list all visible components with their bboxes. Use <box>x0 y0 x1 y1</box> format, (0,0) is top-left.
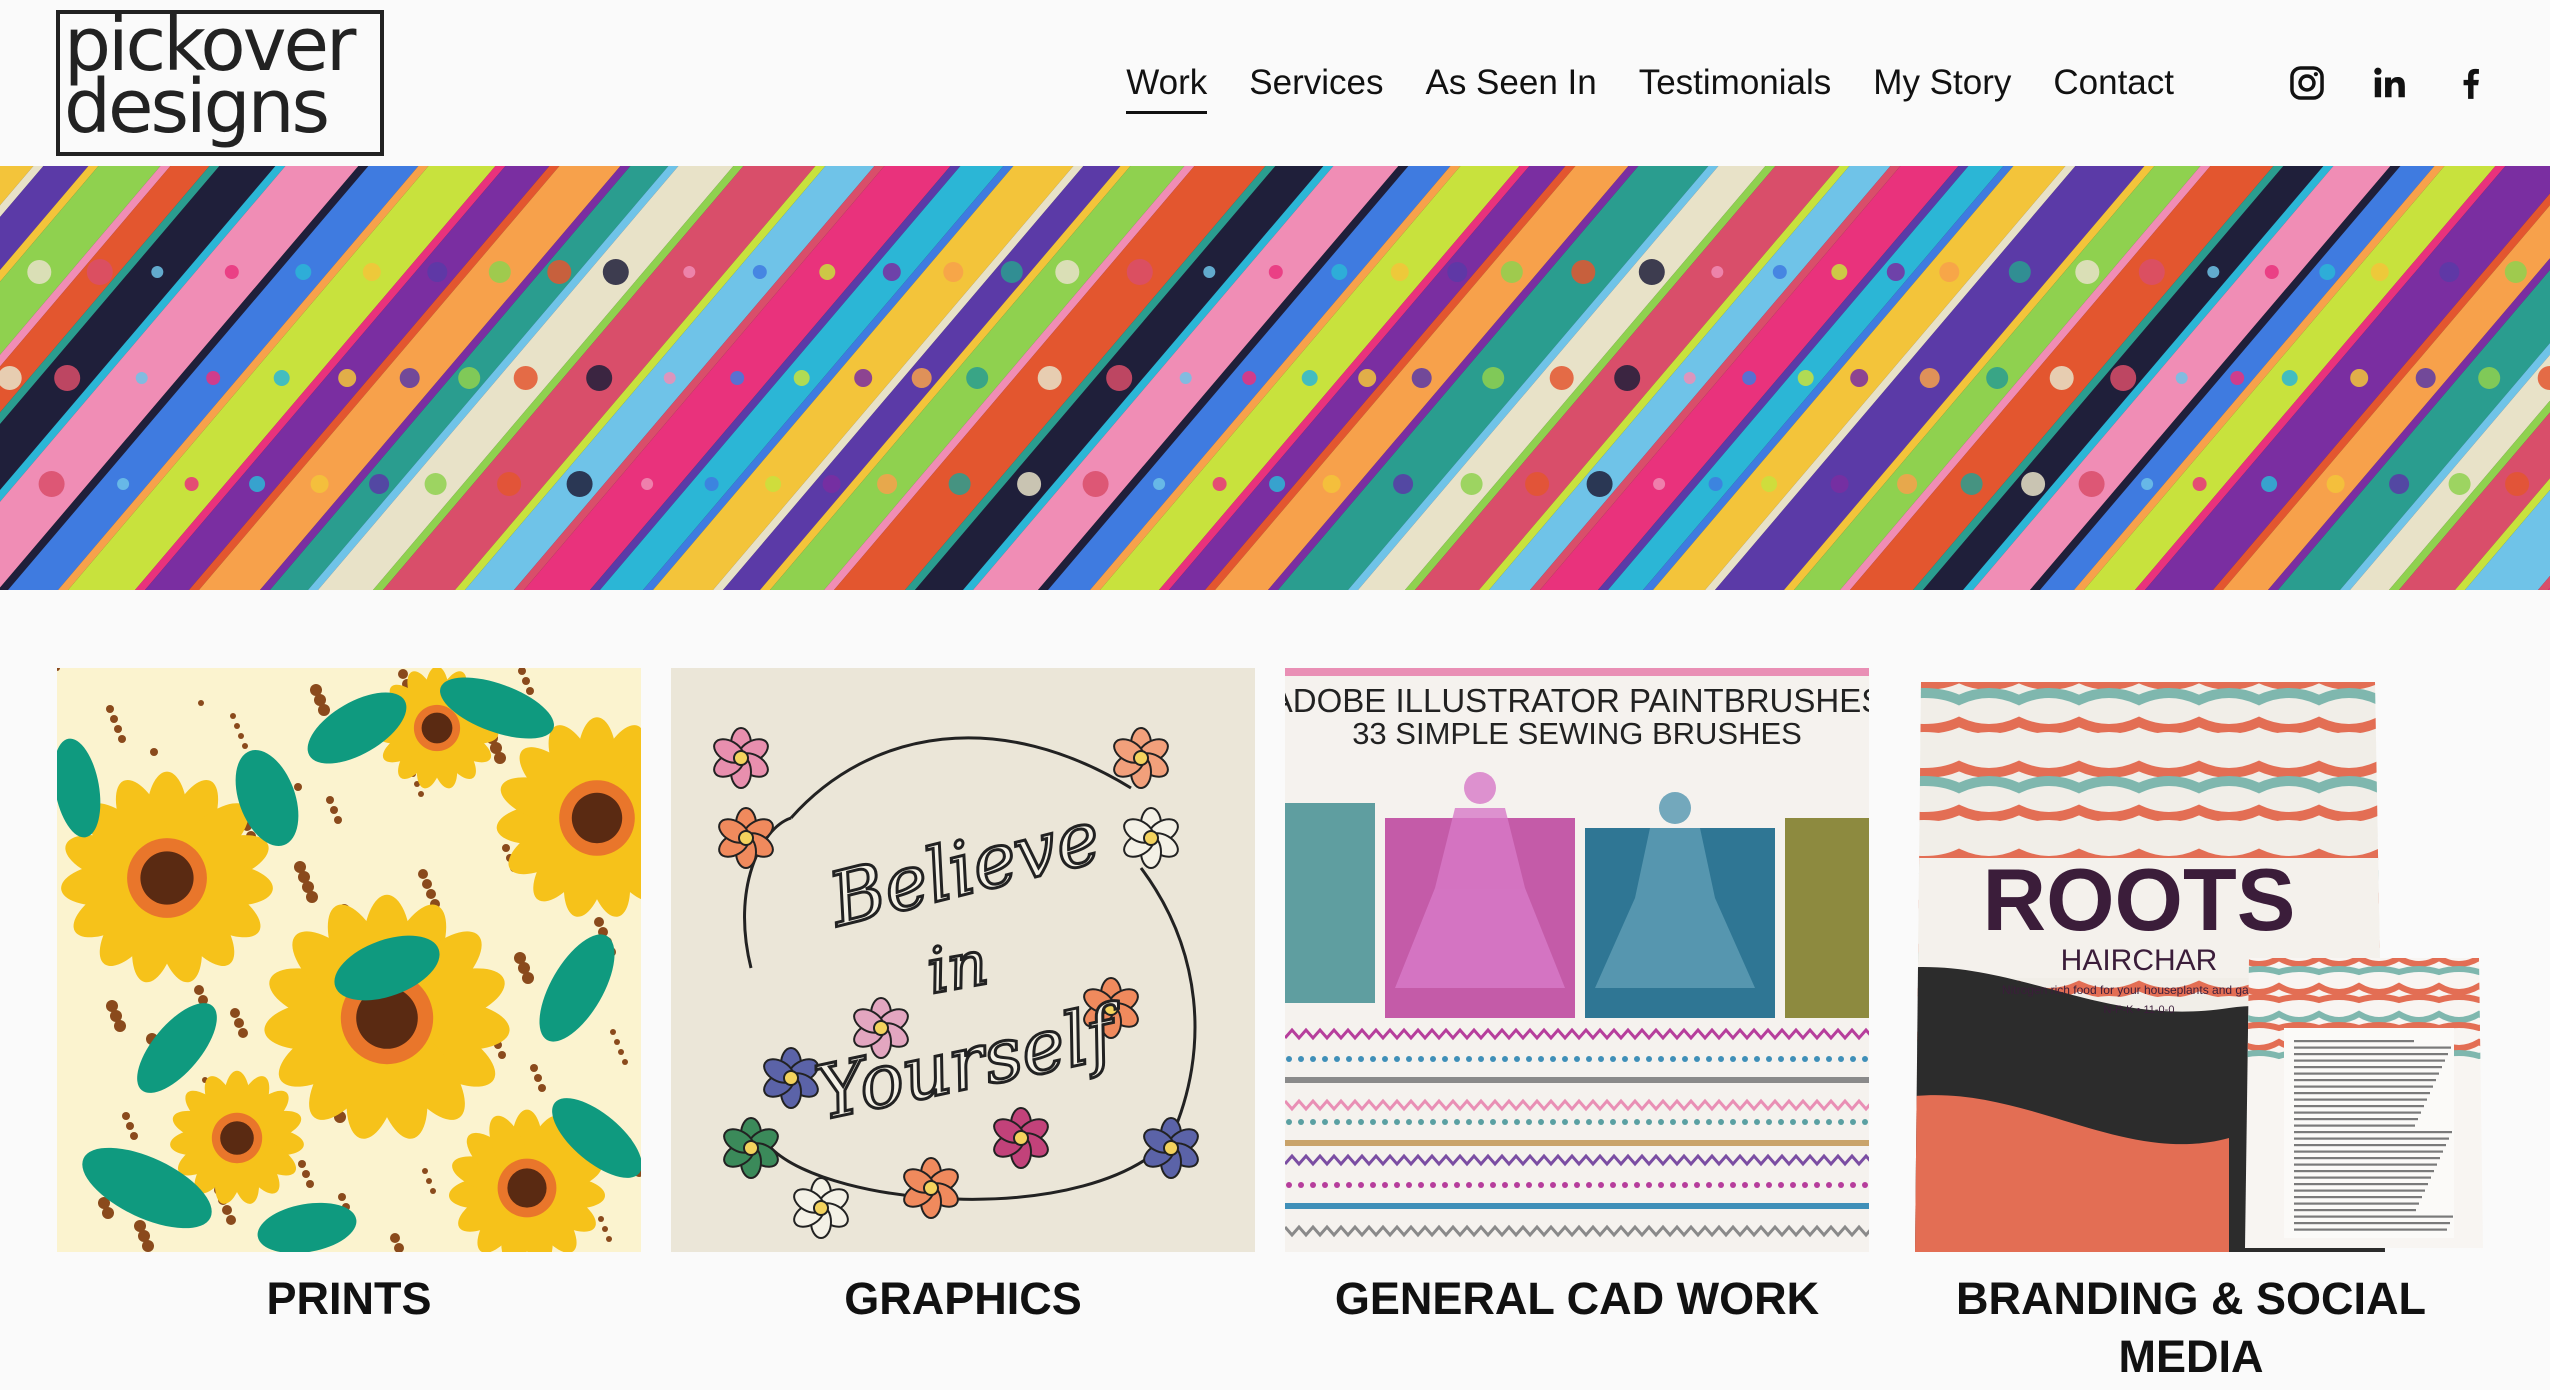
nav-item-work[interactable]: Work <box>1126 58 1208 114</box>
nav-item-testimonials[interactable]: Testimonials <box>1639 58 1832 108</box>
poster-title-line2: 33 SIMPLE SEWING BRUSHES <box>1352 716 1802 751</box>
prints-thumbnail[interactable] <box>57 668 641 1252</box>
cad-work-thumbnail[interactable]: ADOBE ILLUSTRATOR PAINTBRUSHES 33 SIMPLE… <box>1285 668 1869 1252</box>
nav-item-my-story[interactable]: My Story <box>1873 58 2011 108</box>
poster-title-line1: ADOBE ILLUSTRATOR PAINTBRUSHES <box>1285 682 1869 719</box>
gallery-caption-general-cad-work[interactable]: GENERAL CAD WORK <box>1285 1270 1869 1328</box>
gallery-item-branding-social-media[interactable]: ROOTS HAIRCHAR Nitrogen rich food for yo… <box>1899 668 2483 1386</box>
nav-item-contact[interactable]: Contact <box>2053 58 2174 108</box>
linkedin-icon[interactable] <box>2370 64 2408 102</box>
roots-hairchar-packaging: ROOTS HAIRCHAR Nitrogen rich food for yo… <box>1899 668 2483 1252</box>
gallery-caption-graphics[interactable]: GRAPHICS <box>671 1270 1255 1328</box>
gallery-caption-prints[interactable]: PRINTS <box>57 1270 641 1328</box>
in-text: in <box>921 926 993 1008</box>
gallery-item-graphics[interactable]: Believe in Yourself GRAPHICS <box>671 668 1255 1328</box>
sunflower-pattern-image <box>57 668 641 1252</box>
believe-in-yourself-illustration: Believe in Yourself <box>671 668 1255 1252</box>
npk-text: N-P-K • 11-0-0 <box>2104 1004 2175 1016</box>
facebook-icon[interactable] <box>2452 64 2490 102</box>
main-nav: Work Services As Seen In Testimonials My… <box>1084 58 2174 114</box>
gallery-caption-branding-social-media[interactable]: BRANDING & SOCIAL MEDIA <box>1899 1270 2483 1386</box>
gallery-item-general-cad-work[interactable]: ADOBE ILLUSTRATOR PAINTBRUSHES 33 SIMPLE… <box>1285 668 1869 1328</box>
graphics-thumbnail[interactable]: Believe in Yourself <box>671 668 1255 1252</box>
gallery-item-prints[interactable]: PRINTS <box>57 668 641 1328</box>
product-tagline: Nitrogen rich food for your houseplants … <box>2002 983 2276 997</box>
site-header: pickover designs Work Services As Seen I… <box>0 0 2550 166</box>
logo-text-line2: designs <box>64 64 330 150</box>
branding-thumbnail[interactable]: ROOTS HAIRCHAR Nitrogen rich food for yo… <box>1899 668 2483 1252</box>
social-links <box>2288 64 2490 102</box>
site-logo[interactable]: pickover designs <box>56 8 384 156</box>
nav-item-as-seen-in[interactable]: As Seen In <box>1425 58 1596 108</box>
sewing-brushes-poster: ADOBE ILLUSTRATOR PAINTBRUSHES 33 SIMPLE… <box>1285 668 1869 1252</box>
instagram-icon[interactable] <box>2288 64 2326 102</box>
hairchar-product-text: HAIRCHAR <box>2061 944 2218 977</box>
hero-banner <box>0 166 2550 590</box>
diagonal-stripes-artwork <box>0 166 2550 590</box>
nav-item-services[interactable]: Services <box>1249 58 1383 108</box>
roots-brand-text: ROOTS <box>1983 850 2296 949</box>
